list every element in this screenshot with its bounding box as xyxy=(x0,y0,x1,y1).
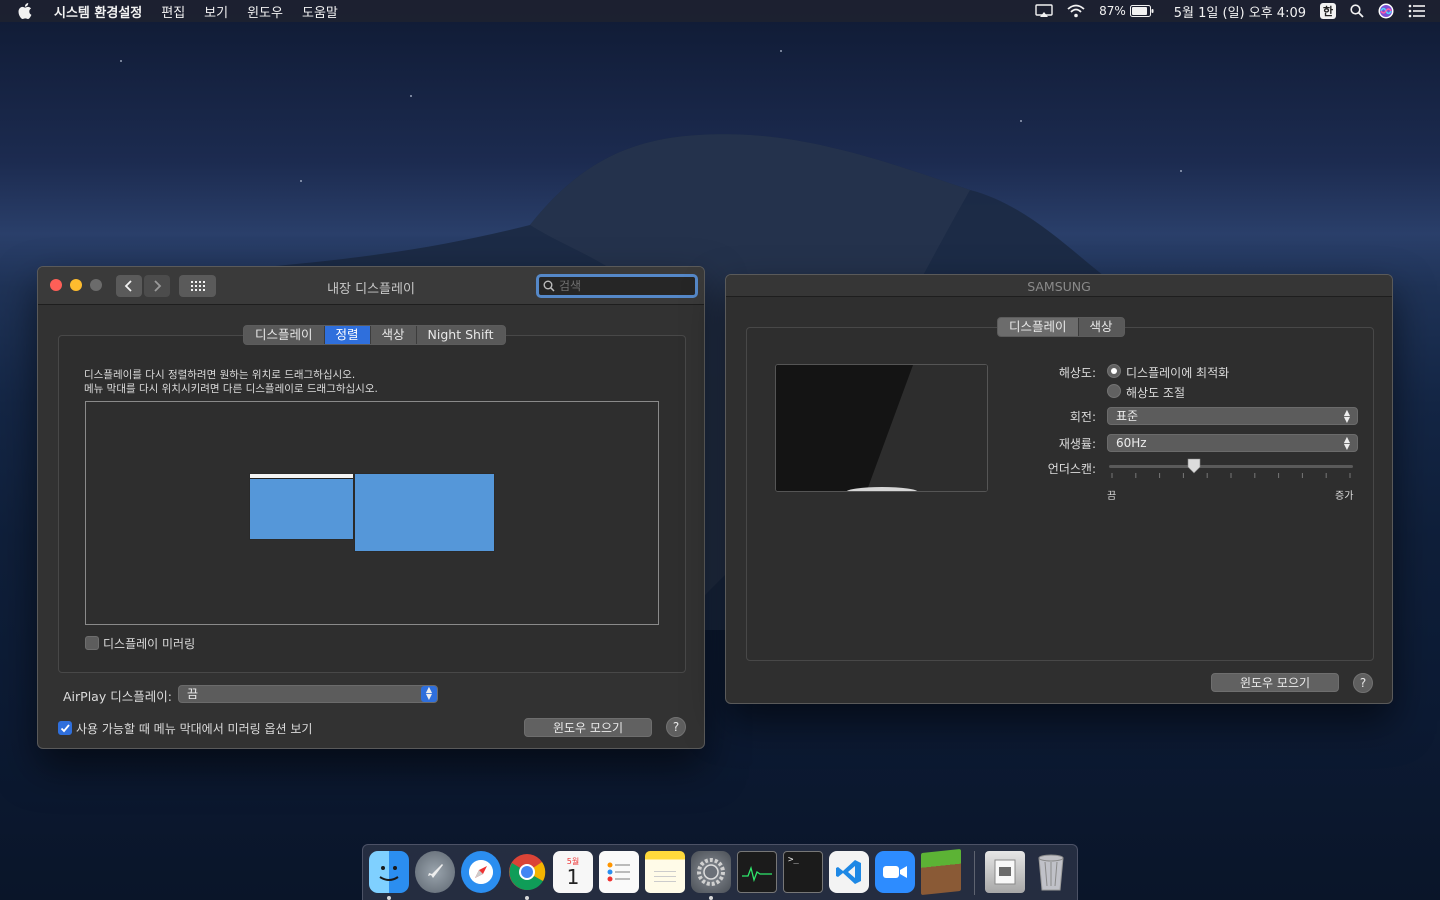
spotlight-icon[interactable] xyxy=(1350,4,1364,18)
rotation-popup[interactable]: 표준 ▲ ▼ xyxy=(1107,407,1358,425)
refresh-rate-popup[interactable]: 60Hz ▲ ▼ xyxy=(1107,434,1358,452)
vscode-icon[interactable] xyxy=(829,851,869,893)
builtin-display-thumbnail[interactable] xyxy=(249,473,354,540)
underscan-label: 언더스캔: xyxy=(1047,462,1096,476)
resolution-scaled-radio[interactable] xyxy=(1107,384,1121,398)
battery-percent: 87% xyxy=(1099,4,1126,18)
menu-window[interactable]: 윈도우 xyxy=(247,2,283,21)
updown-chevron-icon: ▲ ▼ xyxy=(421,686,437,702)
resolution-default-radio[interactable] xyxy=(1107,364,1121,378)
gather-windows-button[interactable]: 윈도우 모으기 xyxy=(1211,673,1339,692)
notes-icon[interactable] xyxy=(645,851,685,893)
dock-separator xyxy=(974,851,975,895)
samsung-display-window: SAMSUNG 디스플레이 색상 해상도: 디스플레이에 최적화 해상도 조절 … xyxy=(725,274,1393,704)
tab-display[interactable]: 디스플레이 xyxy=(244,326,325,344)
tab-arrangement[interactable]: 정렬 xyxy=(324,326,371,344)
underscan-max-label: 증가 xyxy=(1335,491,1354,502)
mirror-displays-checkbox[interactable] xyxy=(85,636,99,650)
refresh-rate-label: 재생률: xyxy=(1058,437,1096,451)
zoom-icon[interactable] xyxy=(875,851,915,893)
menu-view[interactable]: 보기 xyxy=(204,2,228,21)
checkmark-icon xyxy=(60,724,70,733)
menu-edit[interactable]: 편집 xyxy=(161,2,185,21)
slider-thumb[interactable] xyxy=(1187,458,1201,474)
tab-display[interactable]: 디스플레이 xyxy=(998,318,1079,336)
built-in-display-window: 내장 디스플레이 디스플레이 정렬 색상 Night Shift 디스플레이를 … xyxy=(37,266,705,749)
airplay-icon[interactable] xyxy=(1035,4,1053,18)
menu-bar-indicator[interactable] xyxy=(250,474,353,479)
airplay-label: AirPlay 디스플레이: xyxy=(63,689,172,704)
tab-color[interactable]: 색상 xyxy=(371,326,417,344)
battery-icon[interactable] xyxy=(1129,5,1154,17)
rotation-value: 표준 xyxy=(1116,409,1139,423)
menu-help[interactable]: 도움말 xyxy=(302,2,338,21)
gather-windows-button[interactable]: 윈도우 모으기 xyxy=(524,718,652,737)
help-button[interactable]: ? xyxy=(1353,673,1373,693)
clock[interactable]: 5월 1일 (일) 오후 4:09 xyxy=(1174,2,1306,21)
updown-chevron-icon: ▲ ▼ xyxy=(1343,435,1351,451)
tab-color[interactable]: 색상 xyxy=(1079,318,1124,336)
minecraft-icon[interactable] xyxy=(921,848,961,896)
terminal-icon[interactable]: >_ xyxy=(783,851,823,893)
search-field[interactable] xyxy=(536,274,698,298)
siri-icon[interactable] xyxy=(1378,3,1394,19)
calendar-day: 1 xyxy=(566,864,580,889)
help-button[interactable]: ? xyxy=(666,717,686,737)
slider-ticks xyxy=(1111,473,1351,478)
preview-icon[interactable] xyxy=(985,851,1025,893)
title-bar: 내장 디스플레이 xyxy=(38,267,704,305)
launchpad-icon[interactable] xyxy=(415,851,455,893)
finder-icon[interactable] xyxy=(369,851,409,893)
notification-center-icon[interactable] xyxy=(1408,4,1426,18)
samsung-display-thumbnail[interactable] xyxy=(354,473,495,552)
refresh-rate-value: 60Hz xyxy=(1116,436,1147,450)
airplay-popup[interactable]: 끔 ▲ ▼ xyxy=(178,685,438,703)
mirror-displays-label: 디스플레이 미러링 xyxy=(103,637,196,651)
arrangement-canvas xyxy=(85,401,659,625)
show-mirroring-options-checkbox[interactable] xyxy=(58,721,72,735)
reminders-icon[interactable] xyxy=(599,851,639,893)
monitor-icon xyxy=(776,365,987,491)
system-preferences-icon[interactable] xyxy=(691,851,731,893)
title-bar: SAMSUNG xyxy=(726,275,1392,297)
window-title: SAMSUNG xyxy=(1027,279,1091,294)
resolution-label: 해상도: xyxy=(1058,366,1096,380)
tab-bar: 디스플레이 정렬 색상 Night Shift xyxy=(243,325,506,345)
apple-menu-icon[interactable] xyxy=(18,3,40,19)
menu-bar: 시스템 환경설정 편집 보기 윈도우 도움말 87% 5월 1일 (일) 오후 … xyxy=(0,0,1440,22)
search-input[interactable] xyxy=(559,279,689,293)
wifi-icon[interactable] xyxy=(1067,4,1085,18)
trash-icon[interactable] xyxy=(1031,851,1071,893)
underscan-slider[interactable] xyxy=(1109,458,1353,474)
input-source-icon[interactable]: 한 xyxy=(1320,3,1336,19)
instruction-line-1: 디스플레이를 다시 정렬하려면 원하는 위치로 드래그하십시오. xyxy=(84,369,356,381)
dock: 5월 1 >_ xyxy=(362,844,1078,900)
underscan-min-label: 끔 xyxy=(1107,491,1117,502)
display-preview-image xyxy=(775,364,988,492)
resolution-default-label: 디스플레이에 최적화 xyxy=(1126,366,1230,380)
search-icon xyxy=(543,280,555,292)
safari-icon[interactable] xyxy=(461,851,501,893)
calendar-icon[interactable]: 5월 1 xyxy=(553,851,593,893)
menu-app-name[interactable]: 시스템 환경설정 xyxy=(54,2,142,21)
updown-chevron-icon: ▲ ▼ xyxy=(1343,408,1351,424)
airplay-value: 끔 xyxy=(187,687,199,701)
tab-night-shift[interactable]: Night Shift xyxy=(417,326,505,344)
chrome-icon[interactable] xyxy=(507,851,547,893)
activity-monitor-icon[interactable] xyxy=(737,851,777,893)
tab-bar: 디스플레이 색상 xyxy=(997,317,1125,337)
show-mirroring-options-label: 사용 가능할 때 메뉴 막대에서 미러링 옵션 보기 xyxy=(76,722,313,736)
rotation-label: 회전: xyxy=(1069,410,1096,424)
resolution-scaled-label: 해상도 조절 xyxy=(1126,386,1186,400)
instruction-line-2: 메뉴 막대를 다시 위치시키려면 다른 디스플레이로 드래그하십시오. xyxy=(84,383,378,395)
